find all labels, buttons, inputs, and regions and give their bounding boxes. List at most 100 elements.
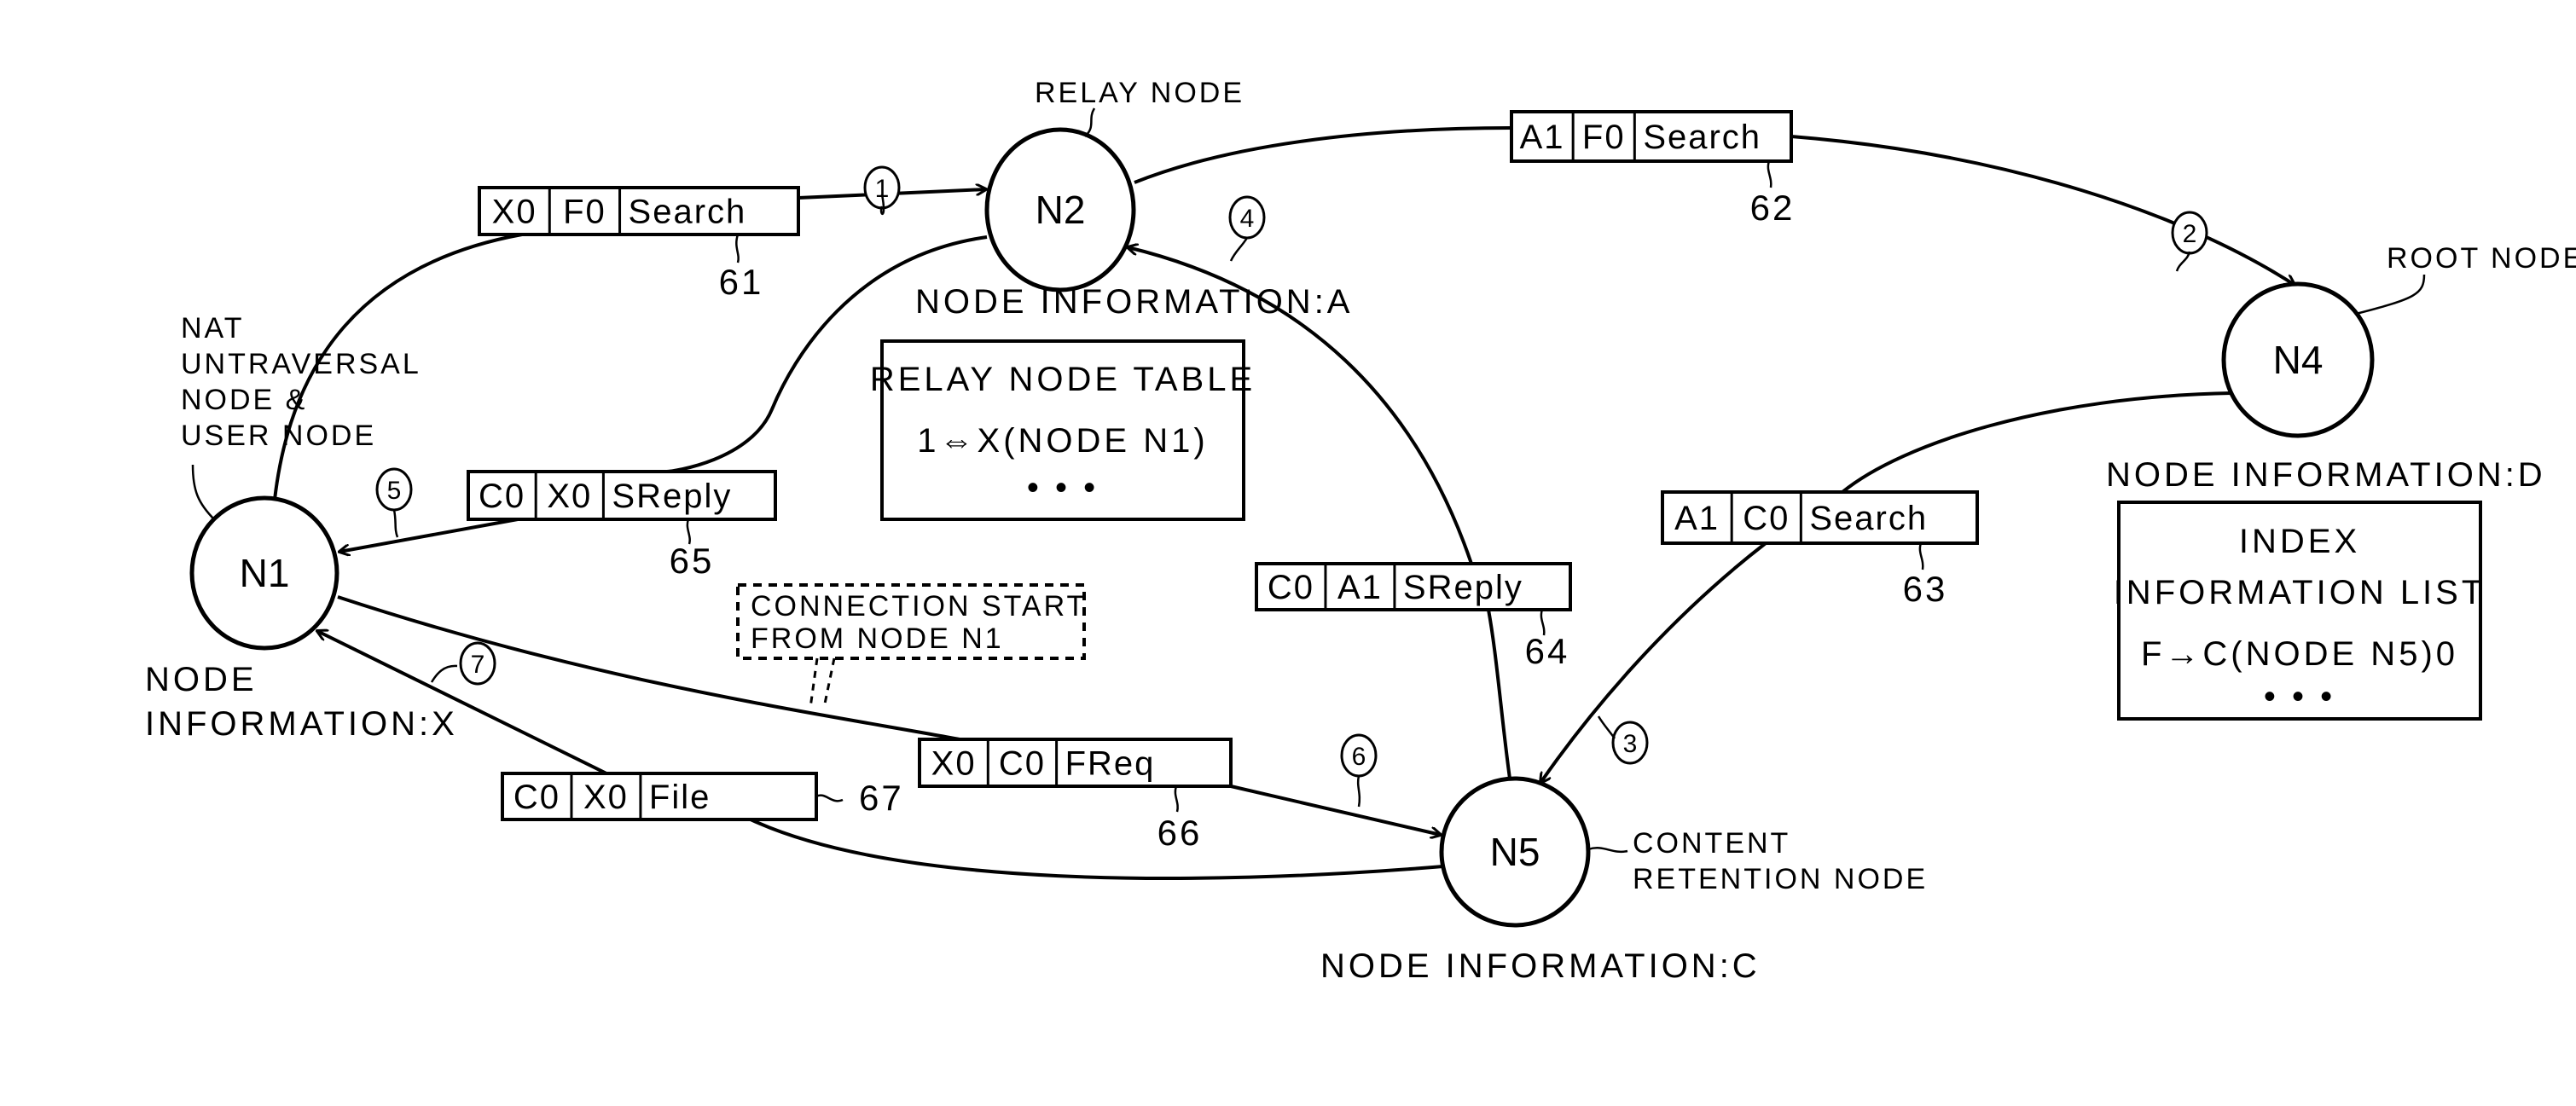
packet-ref-leader bbox=[1174, 785, 1179, 813]
packet-type-field: Search bbox=[629, 194, 747, 231]
packet-ref-number: 63 bbox=[1903, 569, 1948, 609]
step-leader bbox=[430, 664, 458, 683]
step-leader bbox=[1356, 775, 1361, 808]
message-packet-64: C0 A1 SReply64 bbox=[1255, 562, 1572, 671]
step-number: 2 bbox=[2183, 220, 2197, 248]
index-list-title-1: INDEX bbox=[2239, 523, 2360, 560]
relay-node-table: RELAY NODE TABLE 1⇔X(NODE N1) • • • bbox=[870, 339, 1256, 521]
packet-type-field: Search bbox=[1643, 119, 1761, 156]
packet-ref-number: 65 bbox=[670, 541, 715, 581]
step-leader bbox=[1597, 715, 1616, 739]
packet-source-field: C0 bbox=[1743, 500, 1790, 537]
packet-destination-field: X0 bbox=[492, 194, 537, 231]
n1-info-label: NODE INFORMATION:X bbox=[145, 661, 458, 743]
node-n5-label: N5 bbox=[1490, 830, 1540, 874]
packet-ref-number: 62 bbox=[1750, 188, 1796, 228]
n5-role-line: RETENTION NODE bbox=[1633, 863, 1928, 895]
packet-type-field: SReply bbox=[1403, 569, 1523, 606]
packet-ref-number: 61 bbox=[719, 262, 764, 302]
step-leader bbox=[1229, 237, 1249, 262]
index-list-title-2: INFORMATION LIST bbox=[2114, 574, 2486, 611]
n2-info-label: NODE INFORMATION:A bbox=[915, 283, 1353, 321]
packet-source-field: X0 bbox=[583, 779, 629, 816]
edge-n5-to-msg67 bbox=[750, 818, 1444, 881]
step-number: 7 bbox=[471, 651, 485, 679]
p2p-message-flow-diagram: N1 N2 N4 N5 RELAY NODE ROOT NODE NAT UNT… bbox=[145, 77, 2576, 985]
callout-pointer bbox=[809, 657, 836, 709]
packet-destination-field: C0 bbox=[513, 779, 560, 816]
step-badge-2: 2 bbox=[2171, 211, 2208, 272]
packet-type-field: SReply bbox=[612, 478, 732, 515]
step-number: 4 bbox=[1240, 205, 1255, 233]
step-leader bbox=[2175, 251, 2191, 272]
n1-role-label: NAT UNTRAVERSAL NODE & USER NODE bbox=[181, 312, 421, 452]
message-packet-61: X0 F0 Search 61 bbox=[478, 186, 800, 302]
connection-start-callout: CONNECTION START FROM NODE N1 bbox=[736, 583, 1087, 709]
node-n5[interactable]: N5 bbox=[1439, 776, 1591, 928]
step-badge-6: 6 bbox=[1340, 733, 1378, 808]
packet-source-field: F0 bbox=[1582, 119, 1626, 156]
packet-destination-field: C0 bbox=[479, 478, 525, 515]
message-packet-66: X0 C0 FReq66 bbox=[918, 738, 1233, 853]
node-n1[interactable]: N1 bbox=[189, 495, 339, 651]
packet-type-field: Search bbox=[1809, 500, 1928, 537]
callout-line-1: CONNECTION START bbox=[751, 590, 1087, 622]
edge-msg63-to-n5 bbox=[1540, 541, 1767, 783]
n2-role-label: RELAY NODE bbox=[1035, 77, 1244, 109]
packet-ref-number: 66 bbox=[1157, 813, 1203, 853]
packet-destination-field: C0 bbox=[1268, 569, 1314, 606]
packet-ref-leader bbox=[1918, 542, 1924, 570]
edge-msg62-to-n4 bbox=[1790, 135, 2295, 285]
n4-role-leader bbox=[2355, 274, 2426, 316]
packet-ref-number: 64 bbox=[1525, 631, 1570, 671]
message-packet-65: C0 X0 SReply 65 bbox=[467, 470, 777, 581]
node-n4[interactable]: N4 bbox=[2221, 281, 2375, 438]
relay-table-ellipsis: • • • bbox=[1027, 469, 1099, 507]
packet-destination-field: X0 bbox=[931, 745, 977, 783]
index-list-row: F→C(NODE N5)0 bbox=[2141, 635, 2458, 673]
edge-n2-to-msg62 bbox=[1134, 126, 1512, 184]
packet-ref-leader bbox=[735, 234, 740, 263]
packet-type-field: File bbox=[649, 779, 711, 816]
node-n1-label: N1 bbox=[240, 551, 290, 595]
step-number: 6 bbox=[1352, 743, 1366, 771]
step-badge-5: 5 bbox=[375, 467, 413, 538]
n1-info-line: INFORMATION:X bbox=[145, 705, 458, 743]
callout-line-2: FROM NODE N1 bbox=[751, 622, 1004, 655]
relay-table-row: 1⇔X(NODE N1) bbox=[917, 422, 1208, 460]
n1-info-line: NODE bbox=[145, 661, 258, 698]
n1-role-line: NAT bbox=[181, 312, 244, 345]
n1-role-line: USER NODE bbox=[181, 420, 376, 452]
step-badge-4: 4 bbox=[1228, 195, 1266, 262]
n4-info-label: NODE INFORMATION:D bbox=[2106, 456, 2546, 494]
n5-role-label: CONTENT RETENTION NODE bbox=[1633, 827, 1928, 895]
edge-msg65-to-n1 bbox=[339, 518, 519, 552]
edge-n5-to-msg64 bbox=[1487, 609, 1511, 779]
relay-table-title: RELAY NODE TABLE bbox=[870, 361, 1256, 398]
packet-source-field: C0 bbox=[999, 745, 1046, 783]
packet-source-field: F0 bbox=[563, 194, 606, 231]
message-packet-67: C0 X0 File 67 bbox=[501, 772, 904, 821]
step-badge-3: 3 bbox=[1597, 715, 1649, 765]
n4-role-label: ROOT NODE bbox=[2387, 242, 2576, 275]
step-number: 3 bbox=[1623, 730, 1638, 758]
edge-msg66-to-n5 bbox=[1230, 785, 1441, 835]
step-leader bbox=[392, 509, 399, 538]
n1-role-line: NODE & bbox=[181, 384, 307, 416]
index-information-list: INDEX INFORMATION LIST F→C(NODE N5)0 • •… bbox=[2114, 501, 2486, 721]
n1-role-line: UNTRAVERSAL bbox=[181, 348, 421, 380]
step-number: 5 bbox=[387, 477, 402, 505]
packet-ref-number: 67 bbox=[859, 778, 904, 818]
node-n2-label: N2 bbox=[1036, 188, 1086, 232]
n5-info-label: NODE INFORMATION:C bbox=[1320, 947, 1761, 985]
step-badge-7: 7 bbox=[430, 641, 496, 686]
packet-source-field: X0 bbox=[547, 478, 592, 515]
message-packet-62: A1 F0 Search 62 bbox=[1510, 110, 1796, 228]
packet-ref-leader bbox=[815, 794, 844, 802]
node-n2[interactable]: N2 bbox=[984, 127, 1136, 292]
n1-role-leader bbox=[191, 464, 216, 521]
n5-role-leader bbox=[1587, 847, 1628, 854]
packet-type-field: FReq bbox=[1065, 745, 1156, 783]
node-n4-label: N4 bbox=[2273, 338, 2324, 382]
n5-role-line: CONTENT bbox=[1633, 827, 1790, 860]
